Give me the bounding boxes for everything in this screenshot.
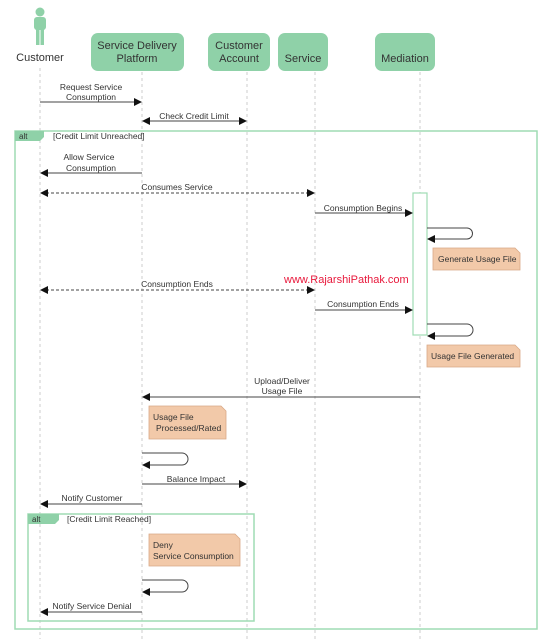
message-label: Allow Service [63, 152, 114, 162]
participant-account[interactable]: Customer Account [208, 33, 270, 71]
note-generated: Usage File Generated [426, 344, 521, 368]
message-label: Check Credit Limit [159, 111, 229, 121]
message-label: Upload/Deliver [254, 376, 310, 386]
participant-mediation[interactable]: Mediation [375, 33, 435, 71]
participant-label: Service Delivery [97, 40, 177, 52]
message-label: Consumption Ends [141, 279, 213, 289]
participant-label: Mediation [381, 53, 429, 65]
frame-guard: [Credit Limit Unreached] [53, 131, 145, 141]
sequence-diagram: Customer Service Delivery Platform Custo… [14, 7, 538, 639]
note-text: Usage File [153, 412, 194, 422]
frame-guard: [Credit Limit Reached] [67, 514, 151, 524]
participant-label: Account [219, 53, 259, 65]
self-message [142, 579, 189, 596]
note-text: Service Consumption [153, 551, 234, 561]
note-deny: Deny Service Consumption [148, 533, 241, 567]
message-label: Usage File [262, 386, 303, 396]
self-message [142, 452, 189, 469]
message-label: Consumption [66, 92, 116, 102]
participant-service[interactable]: Service [278, 33, 328, 71]
participant-label: Customer [215, 40, 263, 52]
note-text: Deny [153, 540, 174, 550]
participant-sdp[interactable]: Service Delivery Platform [91, 33, 184, 71]
note-generate: Generate Usage File [432, 247, 521, 271]
note-text: Generate Usage File [438, 254, 517, 264]
message-label: Balance Impact [167, 474, 226, 484]
self-message [427, 227, 473, 243]
message-label: Consumes Service [141, 182, 213, 192]
watermark: www.RajarshiPathak.com [283, 274, 409, 286]
self-message [427, 323, 474, 340]
note-text: Processed/Rated [156, 423, 221, 433]
participant-label: Service [285, 53, 322, 65]
frame-tag: alt [32, 515, 41, 524]
message-label: Notify Customer [62, 493, 123, 503]
actor-icon [34, 7, 46, 45]
message-label: Consumption Ends [327, 299, 399, 309]
participant-customer: Customer [16, 52, 64, 64]
message-label: Notify Service Denial [53, 601, 132, 611]
activation-bar [412, 192, 428, 336]
note-text: Usage File Generated [431, 351, 514, 361]
frame-tag: alt [19, 132, 28, 141]
message-label: Consumption [66, 163, 116, 173]
message-label: Consumption Begins [324, 203, 402, 213]
message-label: Request Service [60, 82, 123, 92]
participant-label: Platform [117, 53, 158, 65]
note-processed: Usage File Processed/Rated [148, 405, 227, 440]
